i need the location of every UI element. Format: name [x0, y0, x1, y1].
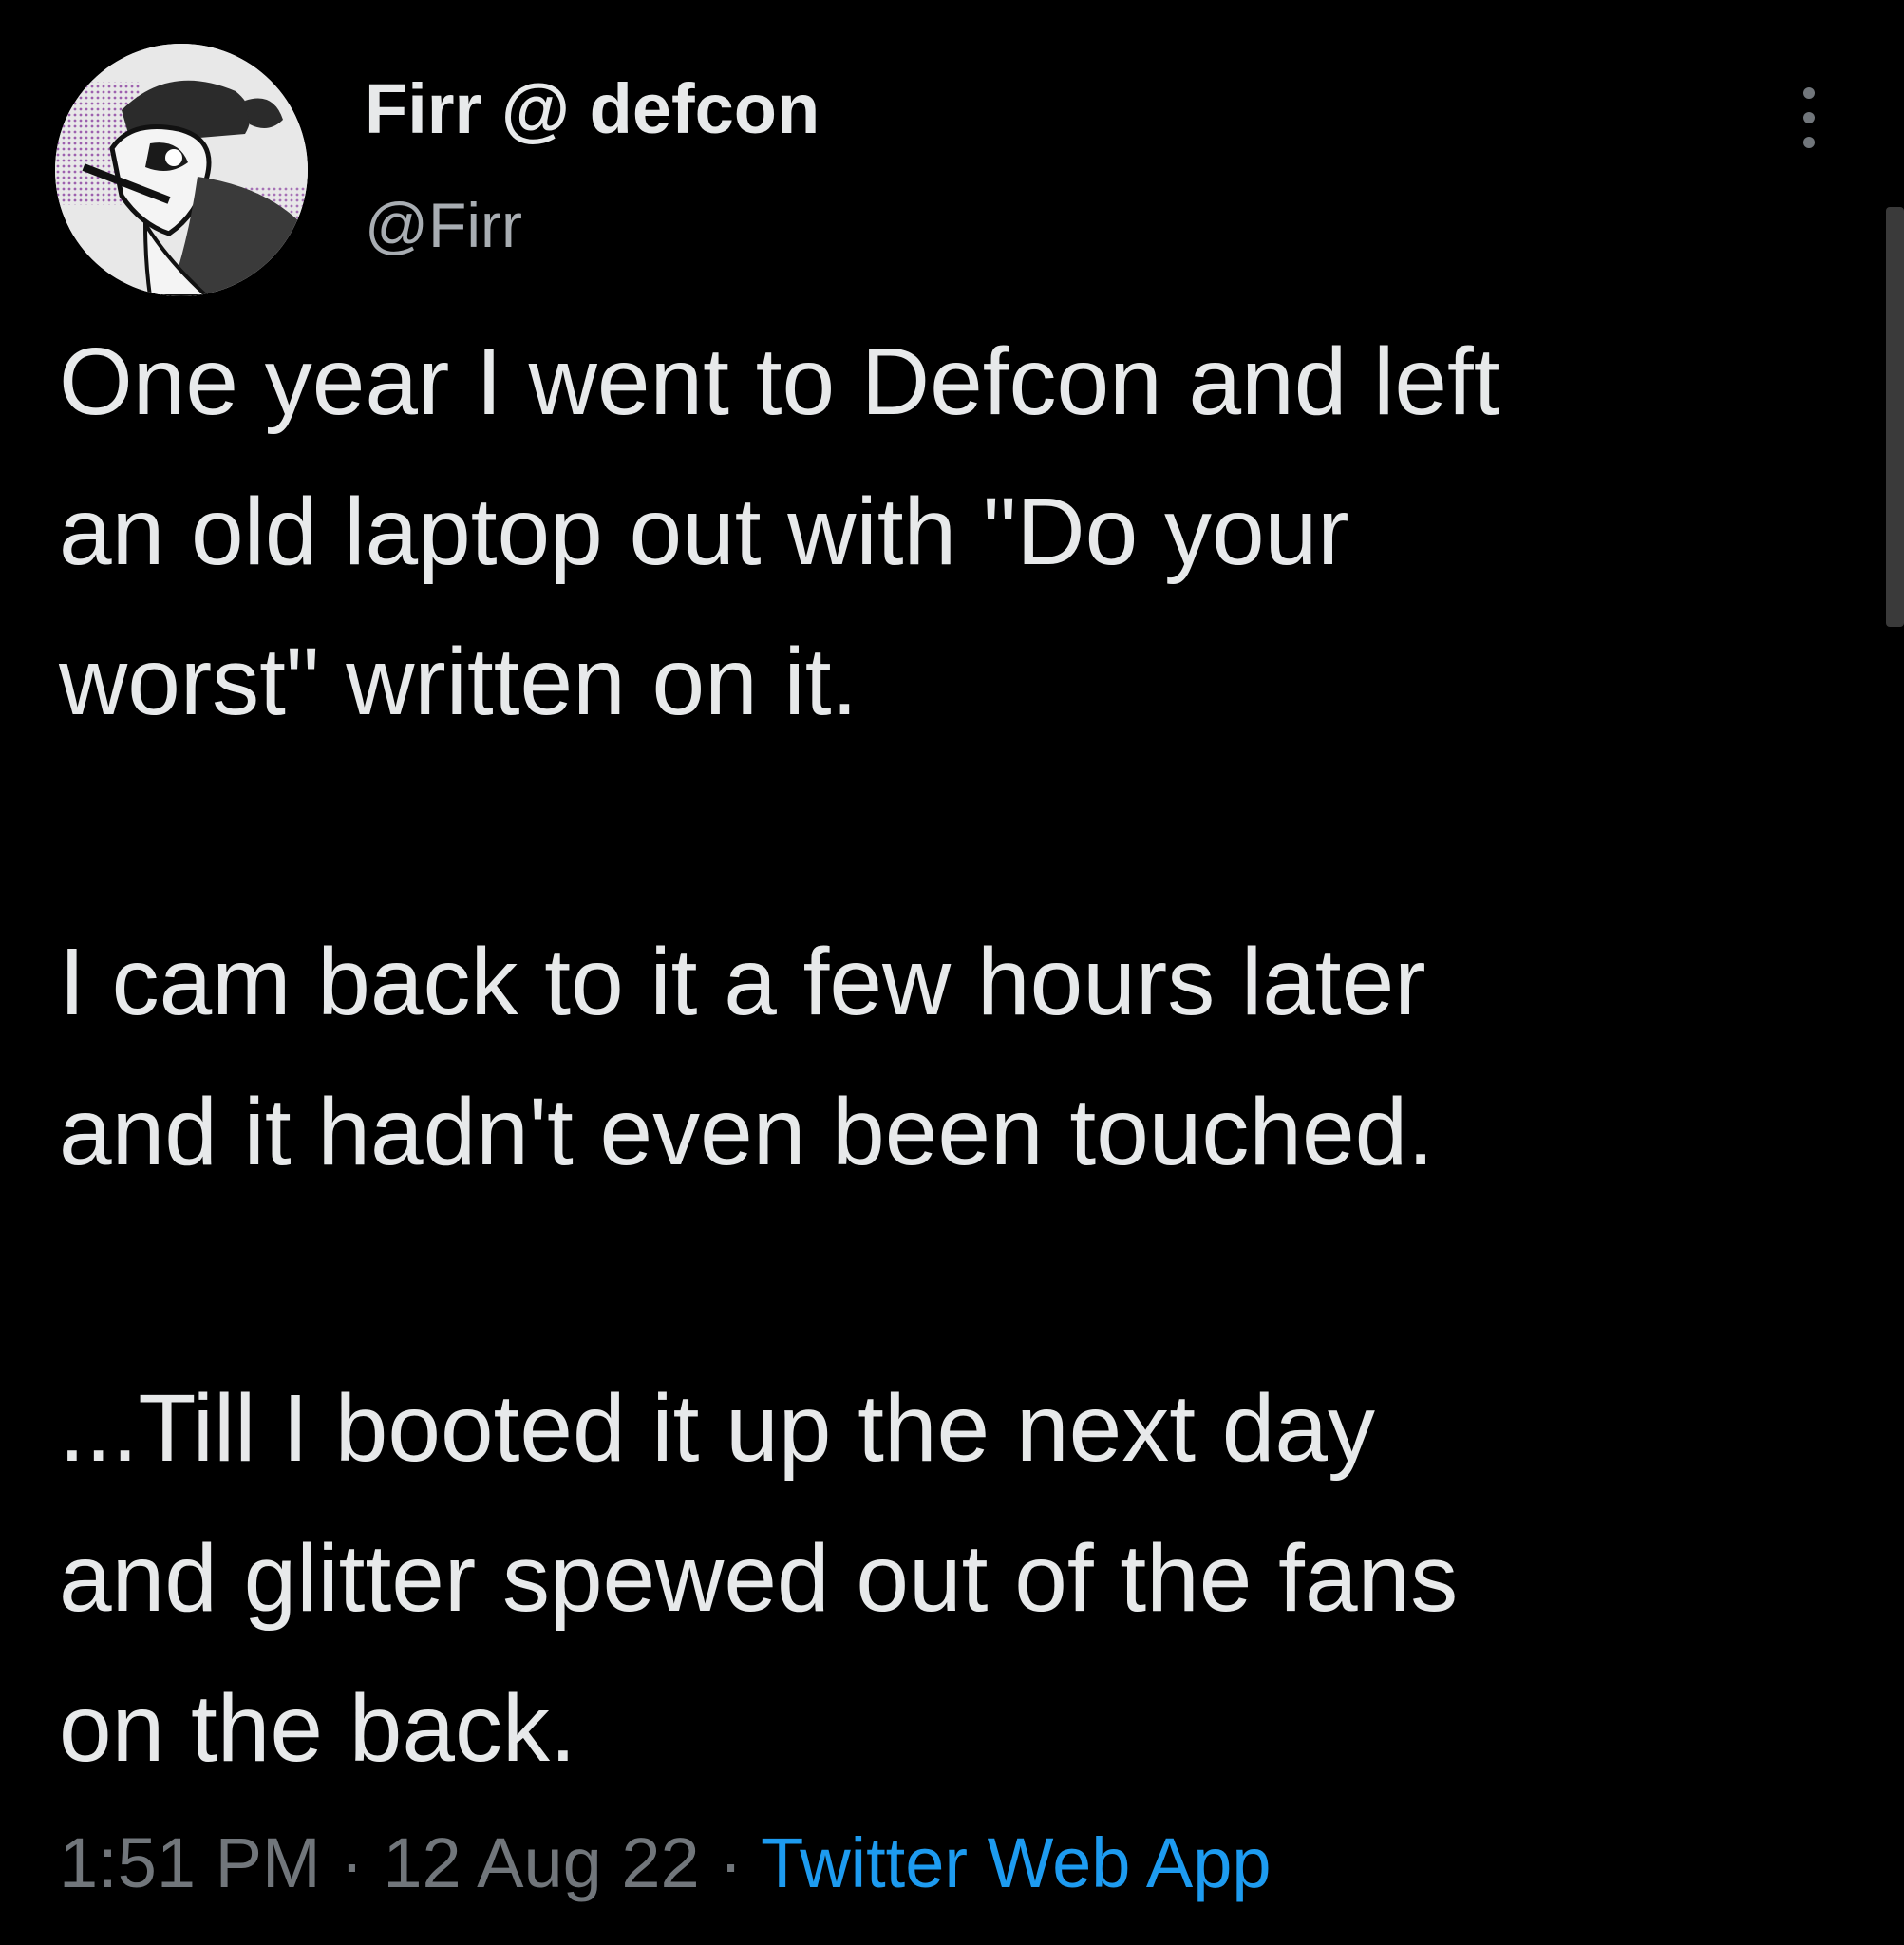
avatar-illustration-icon — [55, 44, 308, 296]
tweet-metadata: 1:51 PM · 12 Aug 22 · Twitter Web App — [59, 1822, 1272, 1906]
meta-separator: · — [320, 1823, 384, 1902]
tweet-paragraph-1: One year I went to Defcon and left an ol… — [59, 307, 1863, 757]
tweet-paragraph-2: I cam back to it a few hours later and i… — [59, 907, 1863, 1207]
tweet-text-line: ...Till I booted it up the next day — [59, 1375, 1375, 1482]
tweet-text-line: on the back. — [59, 1675, 576, 1782]
tweet-text-line: and it hadn't even been touched. — [59, 1079, 1435, 1185]
author-display-name[interactable]: Firr @ defcon — [365, 74, 820, 144]
tweet-time[interactable]: 1:51 PM — [59, 1823, 321, 1902]
tweet-text-line: worst" written on it. — [59, 629, 858, 735]
tweet: Firr @ defcon @Firr One year I went to D… — [0, 0, 1904, 1945]
tweet-paragraph-3: ...Till I booted it up the next day and … — [59, 1353, 1863, 1803]
author-handle[interactable]: @Firr — [365, 194, 522, 256]
avatar[interactable] — [55, 44, 308, 296]
tweet-date[interactable]: 12 Aug 22 — [383, 1823, 699, 1902]
tweet-text-line: an old laptop out with "Do your — [59, 479, 1349, 585]
scrollbar[interactable] — [1886, 207, 1904, 627]
tweet-text-line: I cam back to it a few hours later — [59, 929, 1426, 1035]
more-vertical-icon[interactable] — [1790, 84, 1828, 152]
tweet-text-line: One year I went to Defcon and left — [59, 329, 1500, 435]
tweet-text-line: and glitter spewed out of the fans — [59, 1525, 1459, 1632]
meta-separator: · — [699, 1823, 762, 1902]
tweet-source-link[interactable]: Twitter Web App — [761, 1823, 1271, 1902]
